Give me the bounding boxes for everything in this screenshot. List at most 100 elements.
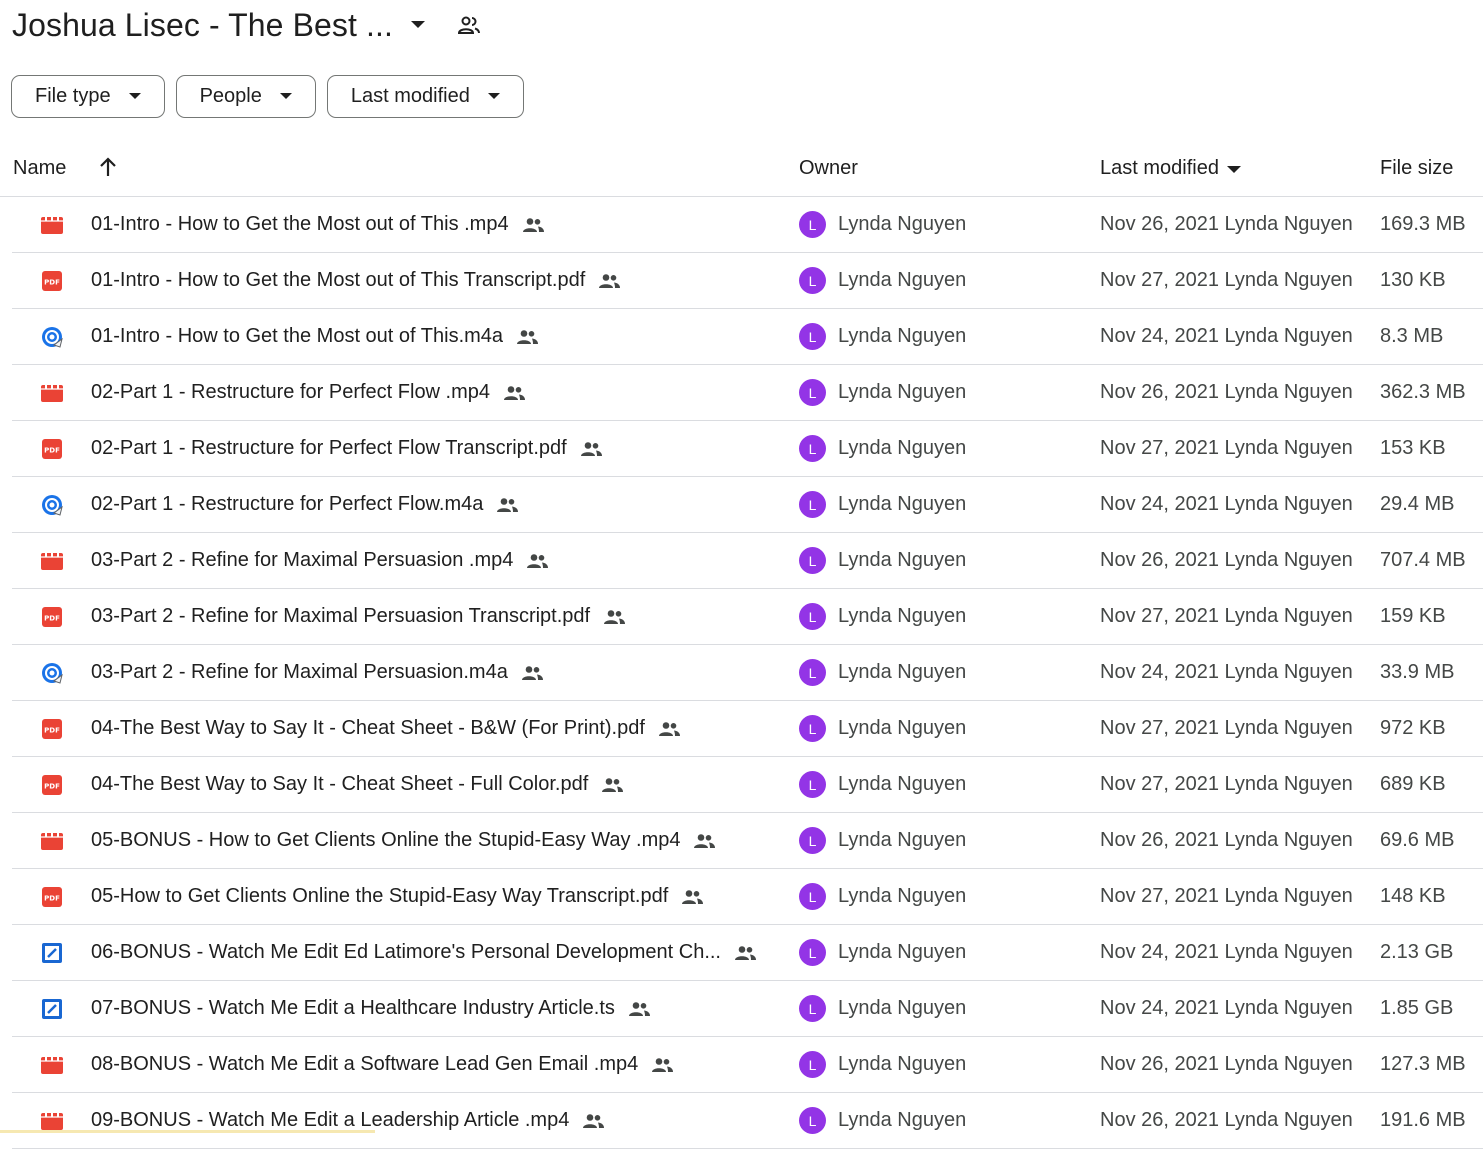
owner-cell: L Lynda Nguyen bbox=[799, 869, 966, 924]
avatar[interactable]: L bbox=[799, 883, 826, 910]
avatar[interactable]: L bbox=[799, 995, 826, 1022]
avatar[interactable]: L bbox=[799, 659, 826, 686]
avatar[interactable]: L bbox=[799, 267, 826, 294]
file-row[interactable]: 03-Part 2 - Refine for Maximal Persuasio… bbox=[12, 645, 1483, 701]
file-name-cell[interactable]: 02-Part 1 - Restructure for Perfect Flow… bbox=[91, 365, 526, 420]
file-row[interactable]: PDF 04-The Best Way to Say It - Cheat She… bbox=[12, 701, 1483, 757]
file-name-cell[interactable]: 07-BONUS - Watch Me Edit a Healthcare In… bbox=[91, 981, 651, 1036]
last-modified-filter-label: Last modified bbox=[350, 85, 470, 107]
file-row[interactable]: PDF 01-Intro - How to Get the Most out of… bbox=[12, 253, 1483, 309]
ts-file-icon bbox=[40, 981, 64, 1036]
file-name-cell[interactable]: 06-BONUS - Watch Me Edit Ed Latimore's P… bbox=[91, 925, 757, 980]
file-row[interactable]: PDF 02-Part 1 - Restructure for Perfect F… bbox=[12, 421, 1483, 477]
file-name-cell[interactable]: 02-Part 1 - Restructure for Perfect Flow… bbox=[91, 421, 603, 476]
file-name: 03-Part 2 - Refine for Maximal Persuasio… bbox=[91, 549, 514, 571]
file-name: 09-BONUS - Watch Me Edit a Leadership Ar… bbox=[91, 1109, 570, 1131]
svg-text:PDF: PDF bbox=[44, 278, 60, 286]
file-row[interactable]: PDF 03-Part 2 - Refine for Maximal Persua… bbox=[12, 589, 1483, 645]
audio-icon bbox=[40, 645, 64, 700]
last-modified-cell: Nov 27, 2021 Lynda Nguyen bbox=[1100, 773, 1353, 795]
file-name-cell[interactable]: 03-Part 2 - Refine for Maximal Persuasio… bbox=[91, 645, 544, 700]
file-size-cell: 1.85 GB bbox=[1380, 997, 1454, 1019]
avatar[interactable]: L bbox=[799, 323, 826, 350]
owner-name: Lynda Nguyen bbox=[838, 381, 967, 403]
last-modified-filter[interactable]: Last modified bbox=[326, 75, 524, 118]
file-row[interactable]: 02-Part 1 - Restructure for Perfect Flow… bbox=[12, 477, 1483, 533]
last-modified-cell: Nov 27, 2021 Lynda Nguyen bbox=[1100, 437, 1353, 459]
avatar[interactable]: L bbox=[799, 491, 826, 518]
file-row[interactable]: 07-BONUS - Watch Me Edit a Healthcare In… bbox=[12, 981, 1483, 1037]
video-icon bbox=[40, 1037, 64, 1092]
owner-cell: L Lynda Nguyen bbox=[799, 365, 966, 420]
shared-icon bbox=[627, 1001, 651, 1017]
file-row[interactable]: PDF 04-The Best Way to Say It - Cheat She… bbox=[12, 757, 1483, 813]
file-name-cell[interactable]: 03-Part 2 - Refine for Maximal Persuasio… bbox=[91, 533, 549, 588]
owner-name: Lynda Nguyen bbox=[838, 661, 967, 683]
last-modified-cell: Nov 27, 2021 Lynda Nguyen bbox=[1100, 269, 1353, 291]
caret-down-icon bbox=[279, 93, 292, 100]
owner-cell: L Lynda Nguyen bbox=[799, 1093, 966, 1148]
video-icon bbox=[40, 197, 64, 252]
last-modified-cell: Nov 26, 2021 Lynda Nguyen bbox=[1100, 549, 1353, 571]
file-name-cell[interactable]: 02-Part 1 - Restructure for Perfect Flow… bbox=[91, 477, 519, 532]
avatar[interactable]: L bbox=[799, 1051, 826, 1078]
file-name-cell[interactable]: 08-BONUS - Watch Me Edit a Software Lead… bbox=[91, 1037, 674, 1092]
file-row[interactable]: 03-Part 2 - Refine for Maximal Persuasio… bbox=[12, 533, 1483, 589]
file-row[interactable]: 02-Part 1 - Restructure for Perfect Flow… bbox=[12, 365, 1483, 421]
avatar[interactable]: L bbox=[799, 827, 826, 854]
svg-text:PDF: PDF bbox=[44, 894, 60, 902]
svg-text:PDF: PDF bbox=[44, 446, 60, 454]
owner-column-header[interactable]: Owner bbox=[799, 157, 858, 180]
file-size-cell: 362.3 MB bbox=[1380, 381, 1466, 403]
file-size-column-header[interactable]: File size bbox=[1380, 157, 1453, 180]
avatar[interactable]: L bbox=[799, 603, 826, 630]
file-name-cell[interactable]: 01-Intro - How to Get the Most out of Th… bbox=[91, 309, 539, 364]
last-modified-column-header[interactable]: Last modified bbox=[1100, 157, 1241, 180]
name-column-header[interactable]: Name bbox=[13, 157, 66, 180]
file-name-cell[interactable]: 03-Part 2 - Refine for Maximal Persuasio… bbox=[91, 589, 626, 644]
file-row[interactable]: 01-Intro - How to Get the Most out of Th… bbox=[12, 197, 1483, 253]
file-name: 01-Intro - How to Get the Most out of Th… bbox=[91, 213, 509, 235]
file-name-cell[interactable]: 04-The Best Way to Say It - Cheat Sheet … bbox=[91, 701, 681, 756]
owner-cell: L Lynda Nguyen bbox=[799, 1037, 966, 1092]
file-row[interactable]: 06-BONUS - Watch Me Edit Ed Latimore's P… bbox=[12, 925, 1483, 981]
file-size-cell: 29.4 MB bbox=[1380, 493, 1455, 515]
file-row[interactable]: 08-BONUS - Watch Me Edit a Software Lead… bbox=[12, 1037, 1483, 1093]
owner-cell: L Lynda Nguyen bbox=[799, 197, 966, 252]
file-name-cell[interactable]: 05-How to Get Clients Online the Stupid-… bbox=[91, 869, 704, 924]
avatar[interactable]: L bbox=[799, 547, 826, 574]
avatar[interactable]: L bbox=[799, 771, 826, 798]
file-row[interactable]: 01-Intro - How to Get the Most out of Th… bbox=[12, 309, 1483, 365]
file-row[interactable]: 09-BONUS - Watch Me Edit a Leadership Ar… bbox=[12, 1093, 1483, 1149]
svg-text:PDF: PDF bbox=[44, 614, 60, 622]
avatar[interactable]: L bbox=[799, 379, 826, 406]
avatar[interactable]: L bbox=[799, 211, 826, 238]
audio-icon bbox=[40, 309, 64, 364]
file-name: 01-Intro - How to Get the Most out of Th… bbox=[91, 325, 504, 347]
last-modified-cell: Nov 24, 2021 Lynda Nguyen bbox=[1100, 493, 1353, 515]
file-name-cell[interactable]: 01-Intro - How to Get the Most out of Th… bbox=[91, 197, 545, 252]
owner-name: Lynda Nguyen bbox=[838, 885, 967, 907]
owner-cell: L Lynda Nguyen bbox=[799, 701, 966, 756]
file-row[interactable]: PDF 05-How to Get Clients Online the Stup… bbox=[12, 869, 1483, 925]
file-name-cell[interactable]: 04-The Best Way to Say It - Cheat Sheet … bbox=[91, 757, 624, 812]
file-name: 01-Intro - How to Get the Most out of Th… bbox=[91, 269, 586, 291]
folder-title[interactable]: Joshua Lisec - The Best ... bbox=[12, 7, 393, 44]
last-modified-column-label: Last modified bbox=[1100, 157, 1219, 179]
file-name-cell[interactable]: 01-Intro - How to Get the Most out of Th… bbox=[91, 253, 621, 308]
avatar[interactable]: L bbox=[799, 939, 826, 966]
file-name-cell[interactable]: 09-BONUS - Watch Me Edit a Leadership Ar… bbox=[91, 1093, 605, 1148]
people-filter[interactable]: People bbox=[175, 75, 316, 118]
caret-down-icon[interactable] bbox=[410, 18, 425, 32]
owner-cell: L Lynda Nguyen bbox=[799, 645, 966, 700]
caret-down-icon bbox=[1226, 157, 1241, 180]
shared-icon bbox=[515, 329, 539, 345]
sort-ascending-arrow-icon[interactable] bbox=[98, 156, 118, 178]
avatar[interactable]: L bbox=[799, 1107, 826, 1134]
avatar[interactable]: L bbox=[799, 435, 826, 462]
file-name-cell[interactable]: 05-BONUS - How to Get Clients Online the… bbox=[91, 813, 716, 868]
file-type-filter[interactable]: File type bbox=[11, 75, 165, 118]
file-row[interactable]: 05-BONUS - How to Get Clients Online the… bbox=[12, 813, 1483, 869]
avatar[interactable]: L bbox=[799, 715, 826, 742]
file-size-cell: 2.13 GB bbox=[1380, 941, 1454, 963]
